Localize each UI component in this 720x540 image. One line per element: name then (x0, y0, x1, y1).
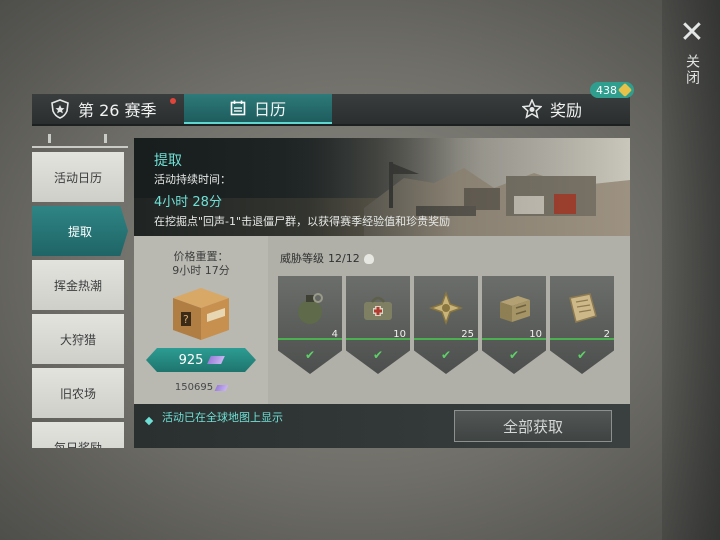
checkmark-icon: ✔ (576, 348, 588, 362)
reward-count: 2 (603, 329, 610, 340)
map-notice: 活动已在全球地图上显示 (162, 411, 283, 424)
balance-value: 150695 (174, 382, 214, 393)
reward-count: 4 (331, 329, 338, 340)
tab-season-label: 第 26 赛季 (78, 101, 157, 120)
rewards-box: 威胁等级 12/12 4 ✔ 10 ✔ 25 ✔ 10 ✔ 2 ✔ (268, 236, 630, 404)
sidebar-item-extraction[interactable]: 提取 (32, 206, 128, 256)
season-shield-icon (51, 99, 69, 119)
medkit-bag-icon (364, 296, 392, 320)
star-badge-icon (522, 99, 542, 119)
calendar-icon (230, 100, 246, 116)
sidebar-item-event-calendar[interactable]: 活动日历 (32, 152, 124, 202)
tab-bar: 第 26 赛季 日历 奖励 (32, 94, 630, 126)
skull-icon (363, 254, 374, 264)
checkmark-icon: ✔ (304, 348, 316, 362)
crystal-currency-icon (207, 356, 226, 364)
tab-rewards[interactable]: 奖励 (522, 94, 630, 124)
price-reset-time: 9小时 17分 (172, 264, 230, 277)
reward-item-grenade[interactable]: 4 ✔ (278, 276, 342, 376)
reward-count: 10 (393, 329, 406, 340)
notification-dot (170, 98, 176, 104)
sidebar-item-old-farm[interactable]: 旧农场 (32, 368, 124, 418)
tab-calendar[interactable]: 日历 (184, 94, 332, 124)
price-reset: 价格重置： 9小时 17分 (134, 250, 268, 278)
threat-label: 威胁等级 (280, 252, 324, 265)
tab-season[interactable]: 第 26 赛季 (50, 94, 200, 124)
sidebar-item-daily-rewards[interactable]: 每日奖励 (32, 422, 124, 448)
scroll-notch (104, 134, 107, 143)
event-description: 在挖掘点"回声-1"击退僵尸群，以获得赛季经验值和珍贵奖励 (154, 215, 451, 228)
rewards-count-badge: 438 (590, 82, 634, 98)
close-button[interactable]: ✕ 关闭 (672, 18, 712, 98)
reward-item-ammo-crate[interactable]: 10 ✔ (482, 276, 546, 376)
reward-items: 4 ✔ 10 ✔ 25 ✔ 10 ✔ 2 ✔ (278, 276, 614, 376)
buy-crate-button[interactable]: 925 (146, 348, 256, 372)
event-duration-label: 活动持续时间： (154, 173, 231, 186)
close-icon: ✕ (679, 15, 705, 50)
sidebar-item-gold-rush[interactable]: 挥金热潮 (32, 260, 124, 310)
crate-purchase-box: 价格重置： 9小时 17分 ? 925 150695 (134, 236, 268, 404)
checkmark-icon: ✔ (372, 348, 384, 362)
scrap-metal-icon (428, 290, 464, 326)
grenade-icon (298, 293, 323, 324)
tab-rewards-label: 奖励 (550, 101, 583, 120)
token-icon (617, 82, 633, 98)
event-title: 提取 (154, 153, 182, 169)
reward-item-blueprint[interactable]: 2 ✔ (550, 276, 614, 376)
rewards-count: 438 (596, 83, 617, 97)
event-banner: 提取 活动持续时间： 4小时 28分 在挖掘点"回声-1"击退僵尸群，以获得赛季… (134, 138, 630, 236)
svg-text:?: ? (183, 313, 189, 326)
scroll-notch (48, 134, 51, 143)
sidebar-item-big-hunt[interactable]: 大狩猎 (32, 314, 124, 364)
reward-count: 10 (529, 329, 542, 340)
ammo-crate-icon (500, 296, 530, 322)
threat-value: 12/12 (328, 251, 360, 265)
claim-all-button[interactable]: 全部获取 (454, 410, 612, 442)
crystal-currency-icon (214, 384, 229, 391)
reward-count: 25 (461, 329, 474, 340)
event-footer: 活动已在全球地图上显示 全部获取 (134, 404, 630, 448)
reward-item-scrap[interactable]: 25 ✔ (414, 276, 478, 376)
currency-balance: 150695 (134, 382, 268, 393)
loot-crate-icon[interactable]: ? (167, 284, 235, 342)
crate-price: 925 (178, 352, 204, 368)
diamond-bullet-icon (144, 416, 154, 426)
sidebar: 活动日历 提取 挥金热潮 大狩猎 旧农场 每日奖励 (32, 128, 128, 448)
reward-item-medkit[interactable]: 10 ✔ (346, 276, 410, 376)
sidebar-scroll-top (32, 128, 128, 148)
event-duration: 4小时 28分 (154, 195, 222, 210)
checkmark-icon: ✔ (440, 348, 452, 362)
threat-level: 威胁等级 12/12 (280, 250, 374, 266)
checkmark-icon: ✔ (508, 348, 520, 362)
close-label: 关闭 (684, 54, 700, 86)
price-reset-label: 价格重置： (173, 250, 229, 263)
event-panel: 提取 活动持续时间： 4小时 28分 在挖掘点"回声-1"击退僵尸群，以获得赛季… (134, 138, 630, 448)
blueprint-icon (569, 293, 597, 323)
tab-calendar-label: 日历 (253, 100, 286, 119)
